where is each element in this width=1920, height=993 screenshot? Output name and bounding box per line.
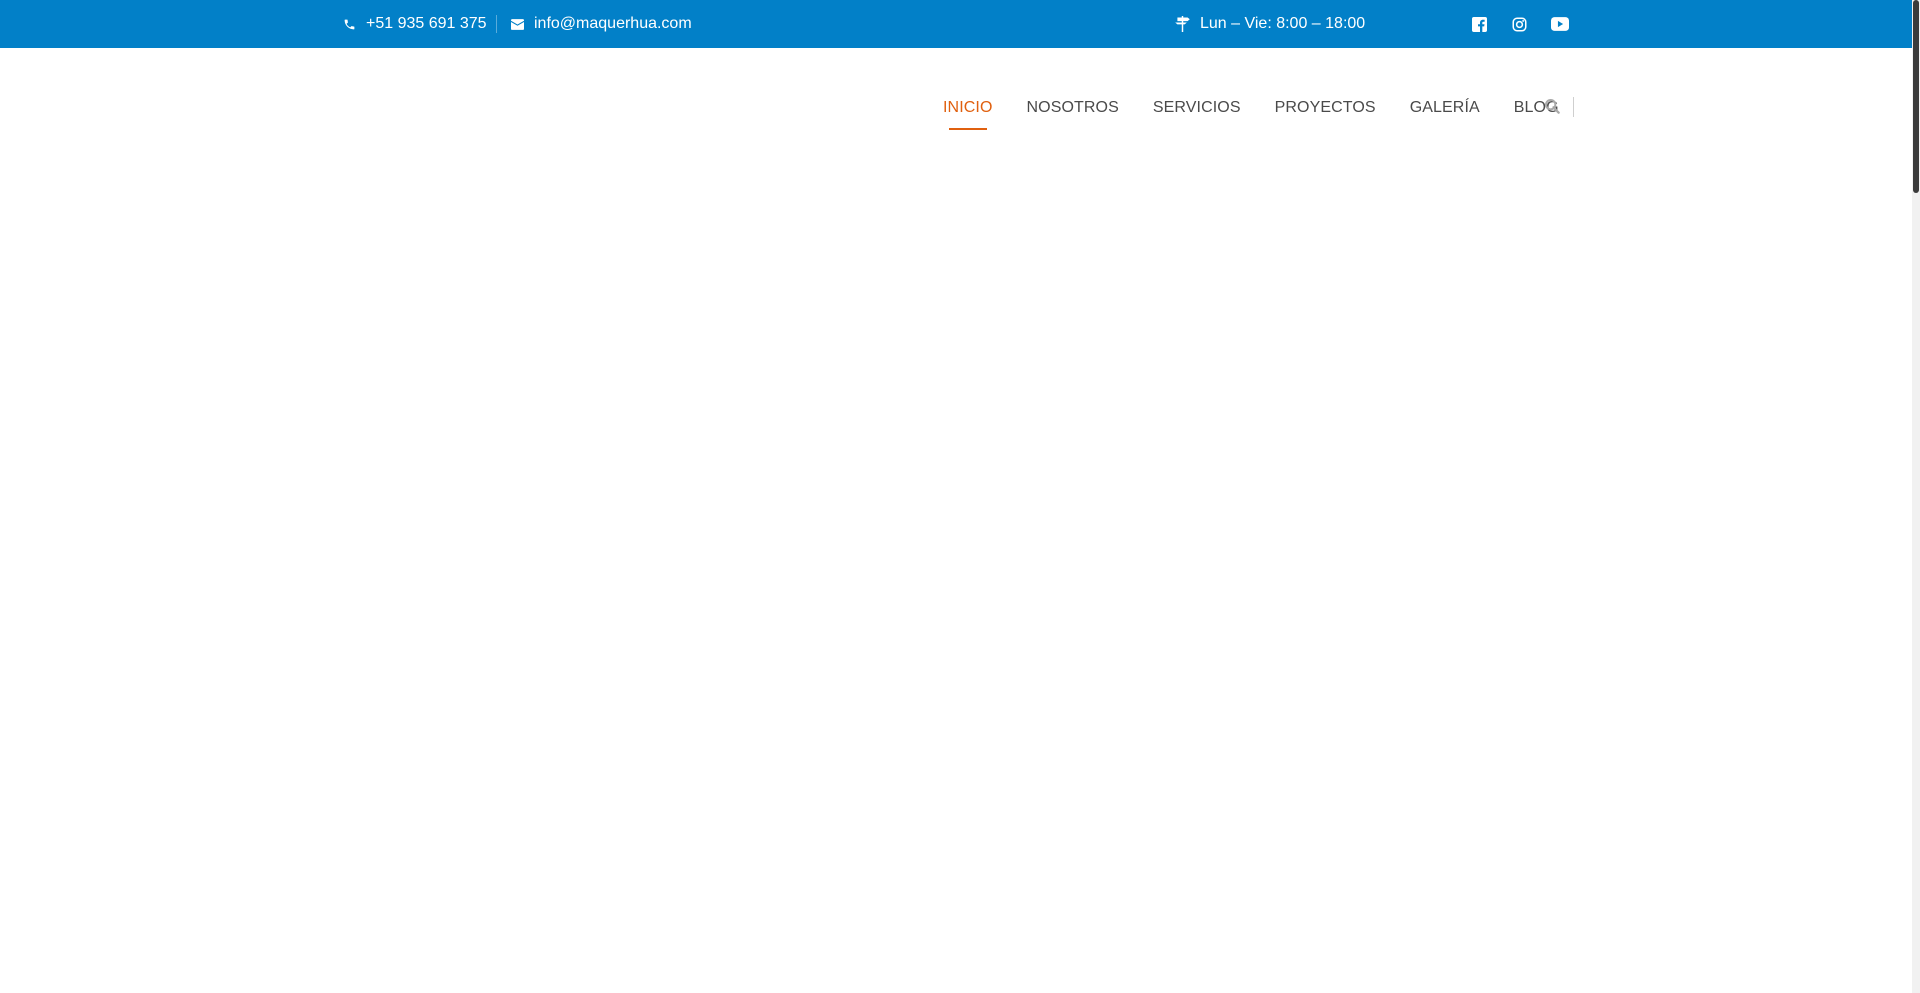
youtube-icon[interactable] (1551, 16, 1569, 32)
business-hours: Lun – Vie: 8:00 – 18:00 (1175, 0, 1365, 48)
phone-contact[interactable]: +51 935 691 375 (343, 0, 487, 48)
email-contact[interactable]: info@maquerhua.com (511, 0, 692, 48)
phone-number: +51 935 691 375 (366, 15, 487, 32)
instagram-icon[interactable] (1512, 17, 1527, 32)
facebook-icon[interactable] (1472, 16, 1487, 32)
signpost-icon (1175, 16, 1190, 32)
email-address: info@maquerhua.com (534, 15, 692, 32)
search-divider (1573, 97, 1574, 117)
nav-item-servicios[interactable]: SERVICIOS (1153, 99, 1241, 117)
main-navigation: INICIO NOSOTROS SERVICIOS PROYECTOS GALE… (943, 48, 1593, 168)
social-links (1472, 0, 1569, 48)
nav-item-nosotros[interactable]: NOSOTROS (1027, 99, 1119, 117)
nav-item-galeria[interactable]: GALERÍA (1410, 99, 1480, 117)
nav-item-proyectos[interactable]: PROYECTOS (1275, 99, 1376, 117)
nav-item-inicio[interactable]: INICIO (943, 99, 993, 130)
phone-icon (343, 18, 356, 31)
scrollbar-thumb[interactable] (1913, 0, 1919, 193)
search-icon[interactable] (1544, 98, 1562, 116)
envelope-icon (511, 18, 524, 30)
hours-text: Lun – Vie: 8:00 – 18:00 (1200, 15, 1366, 32)
page-scrollbar[interactable] (1912, 0, 1920, 993)
topbar-divider (496, 15, 497, 33)
top-info-bar: +51 935 691 375 info@maquerhua.com Lun –… (0, 0, 1920, 48)
site-header: INICIO NOSOTROS SERVICIOS PROYECTOS GALE… (0, 48, 1920, 168)
